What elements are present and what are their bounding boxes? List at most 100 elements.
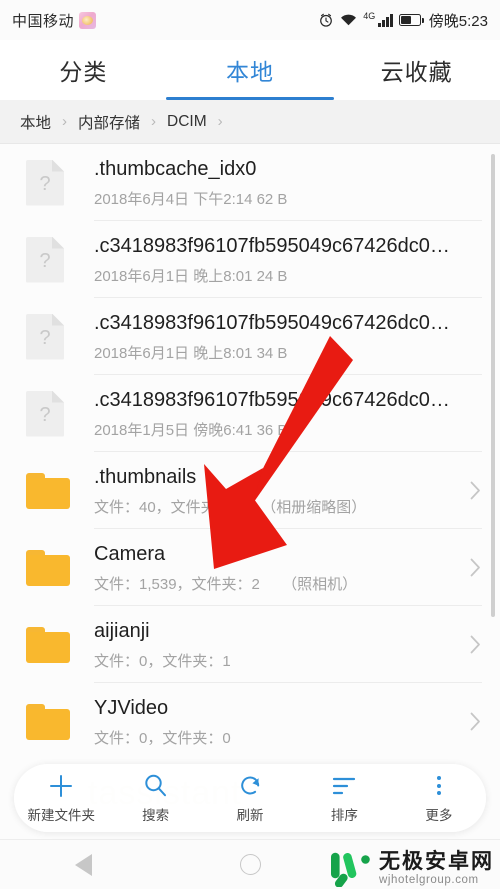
item-name: .c3418983f96107fb595049c67426dc0… [94, 234, 450, 257]
folder-icon [26, 549, 70, 586]
folder-icon [26, 626, 70, 663]
list-item[interactable]: ? .c3418983f96107fb595049c67426dc0… 2018… [0, 221, 500, 298]
search-icon [143, 773, 168, 799]
item-icon: ? [18, 236, 94, 283]
item-name: YJVideo [94, 696, 169, 719]
item-detail: 文件：1,539，文件夹：2 [94, 575, 260, 593]
item-detail: 2018年6月1日 晚上8:01 24 B [94, 267, 288, 285]
bottom-toolbar: 新建文件夹 搜索 刷新 排序 更多 [14, 764, 486, 832]
list-item[interactable]: .thumbnails 文件：40，文件夹：0 （相册缩略图） [0, 452, 500, 529]
nav-home-button[interactable] [167, 854, 334, 875]
list-item[interactable]: Camera 文件：1,539，文件夹：2 （照相机） [0, 529, 500, 606]
vertical-scrollbar[interactable] [491, 154, 495, 617]
item-note: （照相机） [282, 575, 358, 593]
tab-cloud[interactable]: 云收藏 [333, 40, 500, 100]
bottom-toolbar-zone: tassistant 新建文件夹 搜索 刷新 [0, 756, 500, 840]
status-bar-left: 中国移动 [12, 10, 97, 31]
item-detail: 文件：40，文件夹：0 [94, 498, 240, 516]
search-button[interactable]: 搜索 [108, 773, 202, 824]
refresh-icon [238, 773, 263, 799]
item-chevron-icon[interactable] [464, 558, 486, 577]
watermark-text-group: 无极安卓网 wjhotelgroup.com [379, 851, 494, 887]
back-triangle-icon [74, 853, 92, 876]
item-subtitle: 文件：0，文件夹：0 [94, 727, 456, 748]
item-subtitle: 文件：0，文件夹：1 [94, 650, 456, 671]
tab-categories[interactable]: 分类 [0, 40, 167, 100]
item-meta: .thumbnails 文件：40，文件夹：0 （相册缩略图） [94, 465, 464, 517]
search-label: 搜索 [142, 807, 170, 823]
nav-back-button[interactable] [0, 853, 167, 876]
item-meta: .c3418983f96107fb595049c67426dc0… 2018年6… [94, 311, 464, 363]
item-subtitle: 文件：40，文件夹：0 （相册缩略图） [94, 496, 456, 517]
chevron-right-icon: › [217, 113, 223, 130]
list-item[interactable]: YJVideo 文件：0，文件夹：0 [0, 683, 500, 760]
list-item[interactable]: aijianji 文件：0，文件夹：1 [0, 606, 500, 683]
watermark-en: wjhotelgroup.com [379, 874, 479, 887]
file-list: ? .thumbcache_idx0 2018年6月4日 下午2:14 62 B… [0, 144, 500, 761]
clock-label: 傍晚5:23 [428, 12, 488, 30]
item-name: .c3418983f96107fb595049c67426dc0… [94, 388, 450, 411]
sort-icon [331, 773, 357, 799]
breadcrumb-item-local[interactable]: 本地 [20, 111, 51, 133]
breadcrumb-item-dcim[interactable]: DCIM [167, 113, 207, 131]
watermark-cn: 无极安卓网 [379, 850, 494, 874]
item-subtitle: 2018年1月5日 傍晚6:41 36 B [94, 419, 456, 440]
folder-icon [26, 472, 70, 509]
tab-local[interactable]: 本地 [167, 40, 334, 100]
battery-icon [398, 14, 424, 26]
unknown-file-icon: ? [26, 236, 64, 283]
network-type-label: 4G [363, 10, 376, 21]
sort-button[interactable]: 排序 [297, 773, 391, 824]
item-subtitle: 2018年6月1日 晚上8:01 34 B [94, 342, 456, 363]
item-icon [18, 703, 94, 740]
item-chevron-icon[interactable] [464, 481, 486, 500]
item-icon [18, 549, 94, 586]
item-note: （相册缩略图） [261, 498, 367, 516]
folder-icon [26, 703, 70, 740]
plus-icon [48, 773, 74, 799]
status-bar-right: 4G 傍晚5:23 [318, 10, 488, 31]
sim-badge-icon [79, 11, 97, 29]
item-name: aijianji [94, 619, 150, 642]
list-item[interactable]: ? .c3418983f96107fb595049c67426dc0… 2018… [0, 375, 500, 452]
item-meta: .c3418983f96107fb595049c67426dc0… 2018年6… [94, 234, 464, 286]
w-logo-icon [331, 852, 370, 887]
item-detail: 2018年6月4日 下午2:14 62 B [94, 190, 288, 208]
more-button[interactable]: 更多 [392, 773, 486, 824]
unknown-file-icon: ? [26, 313, 64, 360]
top-tab-bar: 分类 本地 云收藏 [0, 40, 500, 100]
more-vertical-icon [436, 773, 441, 799]
unknown-file-icon: ? [26, 159, 64, 206]
item-icon: ? [18, 390, 94, 437]
refresh-button[interactable]: 刷新 [203, 773, 297, 824]
unknown-file-icon: ? [26, 390, 64, 437]
signal-bars-icon [378, 13, 393, 27]
item-detail: 2018年1月5日 傍晚6:41 36 B [94, 421, 288, 439]
refresh-label: 刷新 [236, 807, 264, 823]
item-subtitle: 2018年6月1日 晚上8:01 24 B [94, 265, 456, 286]
breadcrumb: 本地 › 内部存储 › DCIM › [0, 100, 500, 144]
sort-label: 排序 [330, 807, 358, 823]
item-name: .thumbcache_idx0 [94, 157, 257, 180]
alarm-clock-icon [320, 13, 333, 27]
item-subtitle: 2018年6月4日 下午2:14 62 B [94, 188, 456, 209]
item-detail: 2018年6月1日 晚上8:01 34 B [94, 344, 288, 362]
item-icon [18, 472, 94, 509]
new-folder-button[interactable]: 新建文件夹 [14, 773, 108, 824]
item-meta: .thumbcache_idx0 2018年6月4日 下午2:14 62 B [94, 157, 464, 209]
home-circle-icon [239, 854, 261, 875]
item-icon [18, 626, 94, 663]
item-meta: Camera 文件：1,539，文件夹：2 （照相机） [94, 542, 464, 594]
breadcrumb-item-internal-storage[interactable]: 内部存储 [78, 111, 140, 133]
system-navigation-bar: 无极安卓网 wjhotelgroup.com [0, 839, 500, 889]
item-name: .thumbnails [94, 465, 197, 488]
item-name: .c3418983f96107fb595049c67426dc0… [94, 311, 450, 334]
item-icon: ? [18, 313, 94, 360]
item-subtitle: 文件：1,539，文件夹：2 （照相机） [94, 573, 456, 594]
item-chevron-icon[interactable] [464, 635, 486, 654]
site-watermark: 无极安卓网 wjhotelgroup.com [327, 851, 494, 887]
list-item[interactable]: ? .thumbcache_idx0 2018年6月4日 下午2:14 62 B [0, 144, 500, 221]
list-item[interactable]: ? .c3418983f96107fb595049c67426dc0… 2018… [0, 298, 500, 375]
item-meta: aijianji 文件：0，文件夹：1 [94, 619, 464, 671]
item-chevron-icon[interactable] [464, 712, 486, 731]
